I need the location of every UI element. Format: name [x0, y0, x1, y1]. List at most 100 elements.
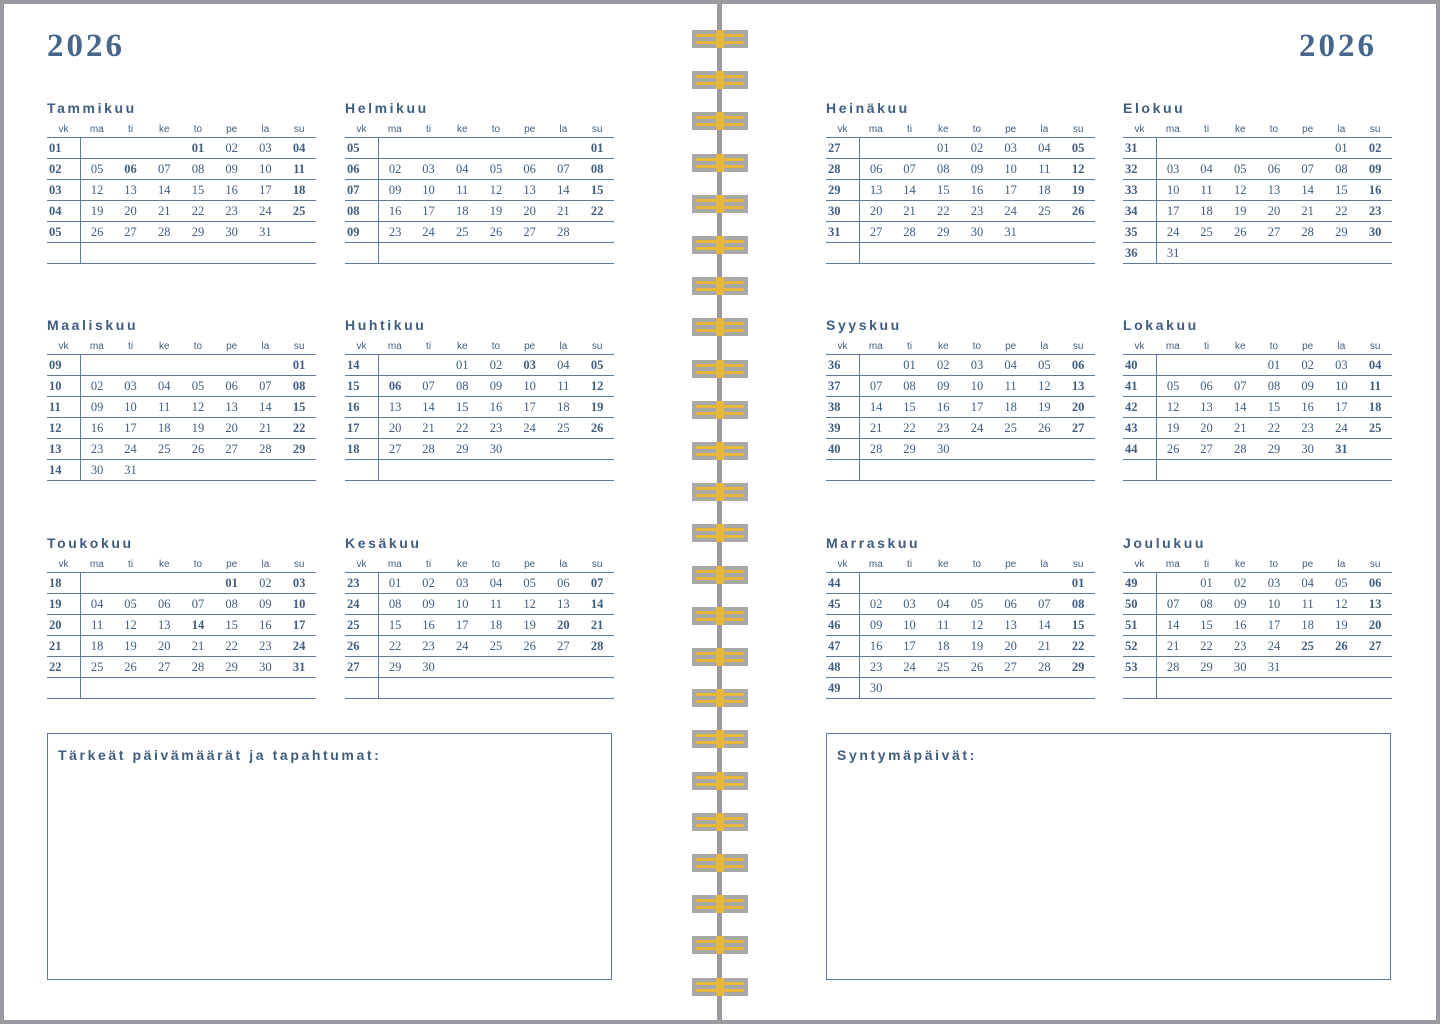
binding-wire [716, 112, 724, 131]
day-cell: 24 [248, 200, 283, 222]
binding-wire [716, 936, 724, 955]
day-cell: 03 [282, 572, 316, 594]
month-calendar-table: vk ma ti ke to pe la su 44 01 45 02 03 04 05 06 07 08 46 09… [826, 558, 1095, 699]
day-cell: 10 [445, 593, 480, 615]
weekday-header: pe [1290, 340, 1325, 355]
day-cell: 03 [1257, 572, 1291, 594]
day-cell: 24 [282, 635, 316, 657]
day-cell [248, 677, 283, 699]
month-name: Lokakuu [1123, 317, 1199, 333]
day-cell: 31 [248, 221, 283, 243]
month-block: Joulukuu vk ma ti ke to pe la su 49 01 02 03 04 05 06 50… [1123, 534, 1392, 699]
day-cell: 11 [1358, 375, 1392, 397]
month-calendar-table: vk ma ti ke to pe la su 23 01 02 03 04 05 06 07 24 08 09 10… [345, 558, 614, 699]
weekday-header: la [546, 340, 581, 355]
day-cell [1027, 438, 1062, 460]
birthdays-box[interactable]: Syntymäpäivät: [826, 733, 1391, 980]
day-cell [445, 656, 480, 678]
day-cell [479, 656, 513, 678]
day-cell: 16 [411, 614, 446, 636]
day-cell: 13 [147, 614, 182, 636]
week-row: 19 04 05 06 07 08 09 10 [47, 593, 316, 615]
day-cell: 24 [512, 417, 547, 439]
week-number: 07 [345, 179, 379, 201]
day-cell: 04 [993, 354, 1028, 376]
day-cell [214, 354, 249, 376]
day-cell: 28 [580, 635, 614, 657]
day-cell: 20 [1061, 396, 1095, 418]
day-cell: 23 [859, 656, 893, 678]
day-cell: 03 [1156, 158, 1190, 180]
day-cell: 22 [1257, 417, 1291, 439]
day-cell: 10 [993, 158, 1028, 180]
weekday-header: la [248, 558, 283, 573]
day-cell: 26 [1223, 221, 1258, 243]
day-cell: 17 [512, 396, 547, 418]
week-row: 08 16 17 18 19 20 21 22 [345, 200, 614, 222]
day-cell: 02 [1290, 354, 1325, 376]
day-cell [479, 242, 513, 264]
week-row [345, 459, 614, 481]
day-cell: 05 [181, 375, 215, 397]
day-cell [1358, 438, 1392, 460]
day-cell [113, 677, 148, 699]
month-calendar-table: vk ma ti ke to pe la su 14 01 02 03 04 05 15 06 07 08 09 10… [345, 340, 614, 481]
binding-ring [692, 236, 748, 254]
day-cell: 24 [411, 221, 446, 243]
month-calendar-table: vk ma ti ke to pe la su 36 01 02 03 04 05 06 37 07 08 09 10… [826, 340, 1095, 481]
week-number: 34 [1123, 200, 1157, 222]
day-cell: 07 [1027, 593, 1062, 615]
day-cell: 26 [960, 656, 994, 678]
weekday-header: ti [1189, 123, 1224, 138]
day-cell: 06 [147, 593, 182, 615]
week-number [826, 459, 860, 481]
weekday-header: su [282, 340, 316, 355]
day-cell [214, 677, 249, 699]
day-cell [411, 677, 446, 699]
day-cell: 10 [1324, 375, 1359, 397]
day-cell: 15 [1061, 614, 1095, 636]
day-cell: 29 [445, 438, 480, 460]
day-cell: 26 [580, 417, 614, 439]
month-block: Marraskuu vk ma ti ke to pe la su 44 01 45 02 03 04 05 0… [826, 534, 1095, 699]
binding-wire [716, 442, 724, 460]
day-cell: 13 [1189, 396, 1224, 418]
day-cell [1358, 677, 1392, 699]
weekday-header: to [960, 123, 994, 138]
day-cell: 09 [214, 158, 249, 180]
week-number: 37 [826, 375, 860, 397]
day-cell: 07 [546, 158, 581, 180]
week-number: 10 [47, 375, 81, 397]
day-cell: 25 [546, 417, 581, 439]
day-cell: 18 [445, 200, 480, 222]
day-cell [546, 438, 581, 460]
week-row: 37 07 08 09 10 11 12 13 [826, 375, 1095, 397]
day-cell: 27 [1257, 221, 1291, 243]
week-number: 45 [826, 593, 860, 615]
day-cell: 27 [147, 656, 182, 678]
day-cell: 09 [411, 593, 446, 615]
day-cell [378, 354, 412, 376]
binding-wire [716, 606, 724, 625]
day-cell: 08 [282, 375, 316, 397]
day-cell: 08 [214, 593, 249, 615]
binding-ring [692, 689, 748, 708]
day-cell [512, 656, 547, 678]
day-cell: 11 [147, 396, 182, 418]
day-cell: 16 [859, 635, 893, 657]
binding-ring [692, 194, 748, 213]
day-cell: 18 [546, 396, 581, 418]
important-dates-box[interactable]: Tärkeät päivämäärät ja tapahtumat: [47, 733, 612, 980]
day-cell: 15 [1324, 179, 1359, 201]
weekday-header: ti [892, 123, 927, 138]
week-row: 48 23 24 25 26 27 28 29 [826, 656, 1095, 678]
month-calendar-table: vk ma ti ke to pe la su 40 01 02 03 04 41 05 06 07 08 09 10… [1123, 340, 1392, 481]
week-row: 09 01 [47, 354, 316, 376]
day-cell: 13 [113, 179, 148, 201]
weekday-header: ma [80, 340, 114, 355]
day-cell [1027, 572, 1062, 594]
day-cell: 30 [1358, 221, 1392, 243]
day-cell [993, 242, 1028, 264]
day-cell: 19 [113, 635, 148, 657]
day-cell [580, 221, 614, 243]
